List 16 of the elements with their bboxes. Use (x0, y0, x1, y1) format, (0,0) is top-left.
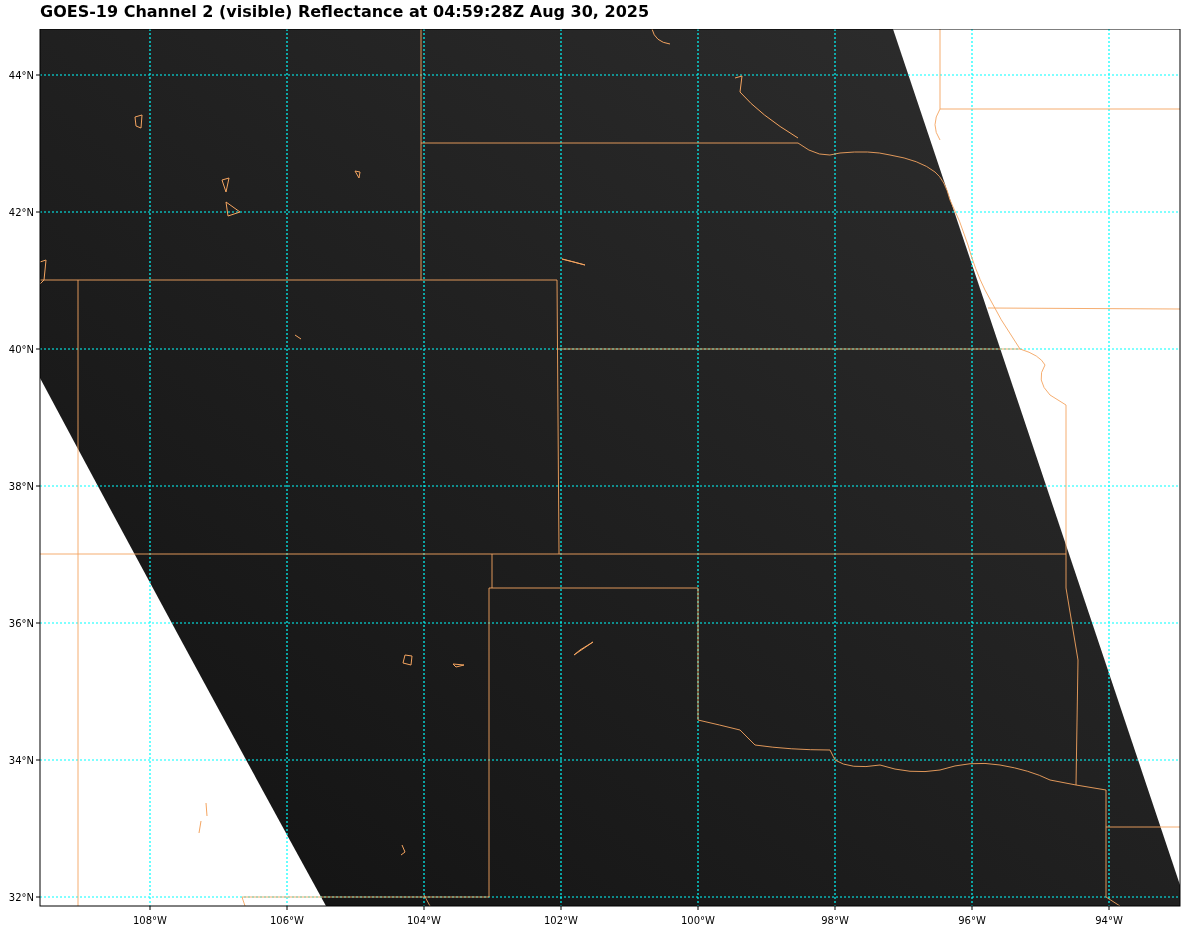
latitude-label: 44°N (8, 70, 34, 81)
latitude-label: 40°N (8, 344, 34, 355)
latitude-label: 34°N (8, 755, 34, 766)
longitude-label: 96°W (958, 915, 986, 926)
latitude-label: 42°N (8, 207, 34, 218)
latitude-label: 36°N (8, 618, 34, 629)
map-title: GOES-19 Channel 2 (visible) Reflectance at 04:59:28Z Aug 30, 2025 (40, 2, 650, 22)
longitude-label: 102°W (544, 915, 578, 926)
longitude-label: 104°W (407, 915, 441, 926)
longitude-label: 106°W (270, 915, 304, 926)
latitude-label: 32°N (8, 892, 34, 903)
longitude-label: 108°W (133, 915, 167, 926)
longitude-label: 94°W (1095, 915, 1123, 926)
longitude-label: 98°W (821, 915, 849, 926)
latitude-label: 38°N (8, 481, 34, 492)
longitude-label: 100°W (681, 915, 715, 926)
